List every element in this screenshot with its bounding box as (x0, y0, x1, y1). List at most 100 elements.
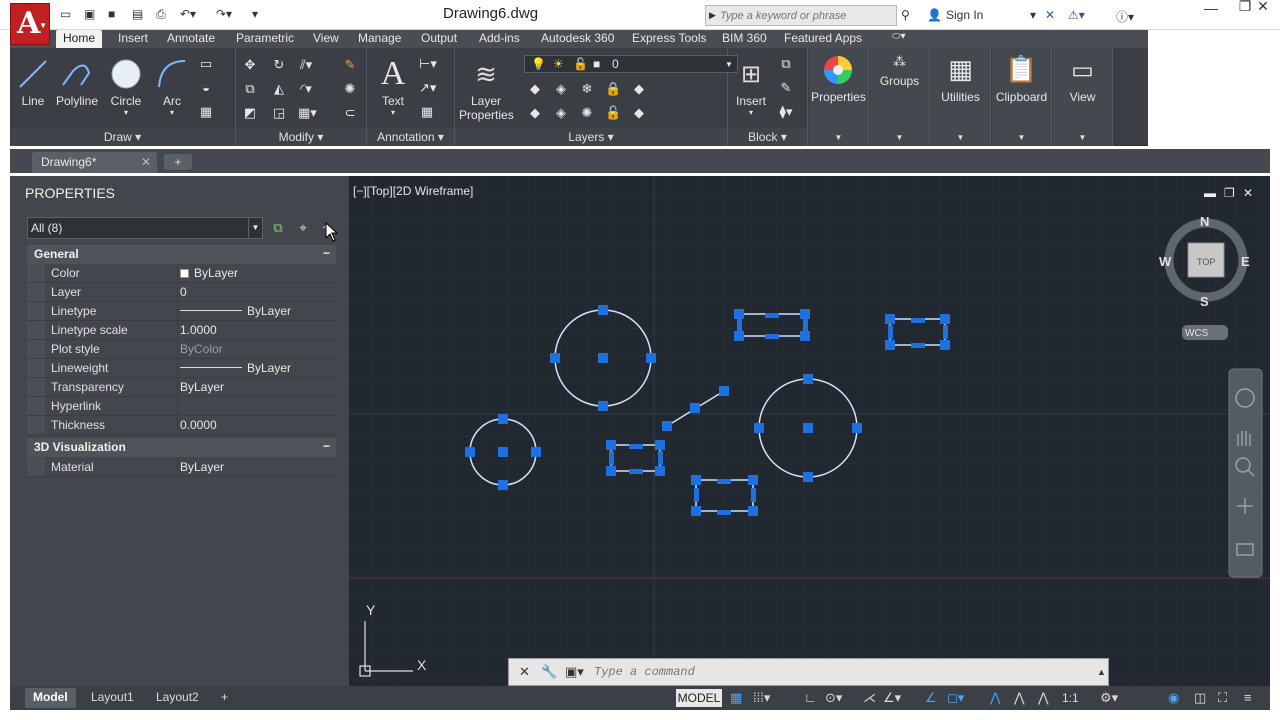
groups-panel-button[interactable]: ⁂ Groups ▼ (870, 48, 930, 146)
tab-view[interactable]: View (313, 31, 339, 45)
layer-isolate-icon[interactable]: ◈ (553, 81, 569, 97)
binoculars-icon[interactable]: ⚲ (901, 8, 910, 22)
section-3d-visualization[interactable]: 3D Visualization − (27, 438, 336, 457)
edit-block-icon[interactable]: ✎ (778, 80, 794, 96)
text-tool[interactable]: A Text ▾ (373, 54, 413, 117)
copy-icon[interactable]: ⧉ (242, 81, 258, 97)
ribbon-minimize-icon[interactable]: ⬭▾ (892, 31, 906, 42)
draw-panel-title[interactable]: Draw ▾ (10, 128, 235, 146)
customize-wrench-icon[interactable]: 🔧 (541, 664, 557, 680)
isolate-objects-icon[interactable]: ◉ (1168, 690, 1179, 706)
search-input[interactable] (706, 6, 896, 25)
layout-tab-model[interactable]: Model (25, 688, 76, 708)
polar-icon[interactable]: ⊙▾ (825, 690, 842, 706)
clean-screen-icon[interactable]: ⛶ (1218, 690, 1227, 706)
layer-unisolate-icon[interactable]: ◈ (553, 105, 569, 121)
table-icon[interactable]: ▦ (419, 104, 435, 120)
create-block-icon[interactable]: ⧉ (778, 56, 794, 72)
property-row[interactable]: Lineweight ByLayer (27, 359, 336, 378)
tab-express-tools[interactable]: Express Tools (632, 31, 706, 45)
save-as-icon[interactable]: ▤ (132, 7, 143, 21)
selection-dropdown[interactable]: All (8) ▼ (27, 217, 263, 239)
layers-panel-title[interactable]: Layers ▾ (455, 128, 727, 146)
utilities-panel-button[interactable]: ▦ Utilities ▼ (931, 48, 991, 146)
property-row[interactable]: Linetype scale 1.0000 (27, 321, 336, 340)
mirror-icon[interactable]: ◭ (271, 81, 287, 97)
hardware-acceleration-icon[interactable]: ◫ (1194, 690, 1206, 706)
wcs-label[interactable]: WCS (1185, 328, 1209, 339)
exchange-icon[interactable]: ✕ (1045, 8, 1055, 22)
hatch-icon[interactable]: ◒ (198, 80, 214, 96)
compass-s[interactable]: S (1200, 294, 1209, 309)
tab-bim-360[interactable]: BIM 360 (722, 31, 767, 45)
auto-scale-icon[interactable]: ⋀ (1014, 690, 1025, 706)
drawing-svg[interactable]: Y X N S E W TOP WCS (349, 176, 1270, 686)
qat-menu-icon[interactable]: ▾ (252, 7, 258, 21)
object-snap-icon[interactable]: ◻▾ (947, 690, 964, 706)
ortho-icon[interactable]: ∟ (804, 690, 817, 705)
layer-off-icon[interactable]: ◆ (527, 81, 543, 97)
tab-insert[interactable]: Insert (118, 31, 148, 45)
layout-tab-layout1[interactable]: Layout1 (83, 688, 142, 708)
insert-block-tool[interactable]: ⊞ Insert ▾ (731, 54, 771, 118)
offset-icon[interactable]: ⊂ (342, 105, 358, 121)
drawing-canvas[interactable]: Y X N S E W TOP WCS [−][Top][2D Wirefram… (349, 176, 1270, 686)
properties-panel-button[interactable]: Properties ▼ (809, 48, 869, 146)
tab-autodesk-360[interactable]: Autodesk 360 (541, 31, 614, 45)
arc-tool[interactable]: Arc ▾ (152, 54, 192, 117)
viewport-controls-label[interactable]: [−][Top][2D Wireframe] (353, 184, 473, 198)
property-row[interactable]: Plot style ByColor (27, 340, 336, 359)
collapse-icon[interactable]: − (323, 439, 330, 453)
viewcube-top-face[interactable]: TOP (1197, 257, 1215, 267)
attribute-icon[interactable]: ⧫▾ (778, 104, 794, 120)
new-tab-button[interactable]: + (164, 154, 192, 170)
model-space-button[interactable]: MODEL (676, 689, 722, 707)
circle-tool[interactable]: Circle ▾ (106, 54, 146, 117)
toggle-pickadd-icon[interactable]: ⧉ (270, 220, 286, 236)
tab-annotate[interactable]: Annotate (167, 31, 215, 45)
command-history-icon[interactable]: ▲ (1097, 667, 1106, 677)
property-row[interactable]: Layer 0 (27, 283, 336, 302)
search-expand-icon[interactable]: ▶ (709, 10, 716, 21)
rectangle-icon[interactable]: ▭ (198, 56, 214, 72)
tab-featured-apps[interactable]: Featured Apps (784, 31, 862, 45)
isodraft-icon[interactable]: ⋌ (863, 690, 876, 706)
collapse-icon[interactable]: − (323, 246, 330, 260)
close-button[interactable]: ✕ (1246, 0, 1280, 18)
open-file-icon[interactable]: ▣ (84, 7, 95, 21)
undo-icon[interactable]: ↶▾ (180, 7, 196, 21)
section-general[interactable]: General − (27, 245, 336, 264)
stretch-icon[interactable]: ◩ (242, 105, 258, 121)
compass-n[interactable]: N (1200, 214, 1209, 229)
sign-in-link[interactable]: Sign In (946, 8, 983, 22)
layer-freeze-icon[interactable]: ❄ (579, 81, 595, 97)
property-row[interactable]: Color ByLayer (27, 264, 336, 283)
erase-icon[interactable]: ✎ (342, 57, 358, 73)
help-icon[interactable]: ⓘ▾ (1116, 8, 1134, 25)
layer-thaw-icon[interactable]: ✺ (579, 105, 595, 121)
compass-w[interactable]: W (1159, 254, 1172, 269)
layer-unlock-icon[interactable]: 🔓 (605, 105, 621, 121)
leader-icon[interactable]: ↗▾ (419, 80, 436, 96)
tab-add-ins[interactable]: Add-ins (479, 31, 520, 45)
property-row[interactable]: Transparency ByLayer (27, 378, 336, 397)
fillet-icon[interactable]: ◜▾ (298, 81, 314, 97)
property-row[interactable]: Hyperlink (27, 397, 336, 416)
annotation-visibility-icon[interactable]: ⋀ (990, 690, 1001, 706)
selection-dropdown-caret-icon[interactable]: ▼ (248, 218, 262, 238)
layer-walk-icon[interactable]: ◆ (631, 105, 647, 121)
save-icon[interactable]: ■ (108, 7, 115, 21)
property-row[interactable]: Material ByLayer (27, 458, 336, 477)
layer-current-icon[interactable]: ◆ (527, 105, 543, 121)
layer-properties-tool[interactable]: ≋ Layer Properties (459, 54, 514, 123)
redo-icon[interactable]: ↷▾ (216, 7, 232, 21)
viewport-minimize-icon[interactable]: ▬ (1204, 186, 1216, 200)
sign-in-dropdown-icon[interactable]: ▾ (1030, 8, 1036, 22)
layer-match-icon[interactable]: ◆ (631, 81, 647, 97)
select-objects-icon[interactable]: ⌖ (295, 220, 311, 236)
compass-e[interactable]: E (1241, 254, 1250, 269)
tab-manage[interactable]: Manage (358, 31, 401, 45)
layout-tab-layout2[interactable]: Layout2 (148, 688, 207, 708)
command-input[interactable] (594, 663, 1074, 681)
new-layout-icon[interactable]: + (213, 688, 236, 708)
